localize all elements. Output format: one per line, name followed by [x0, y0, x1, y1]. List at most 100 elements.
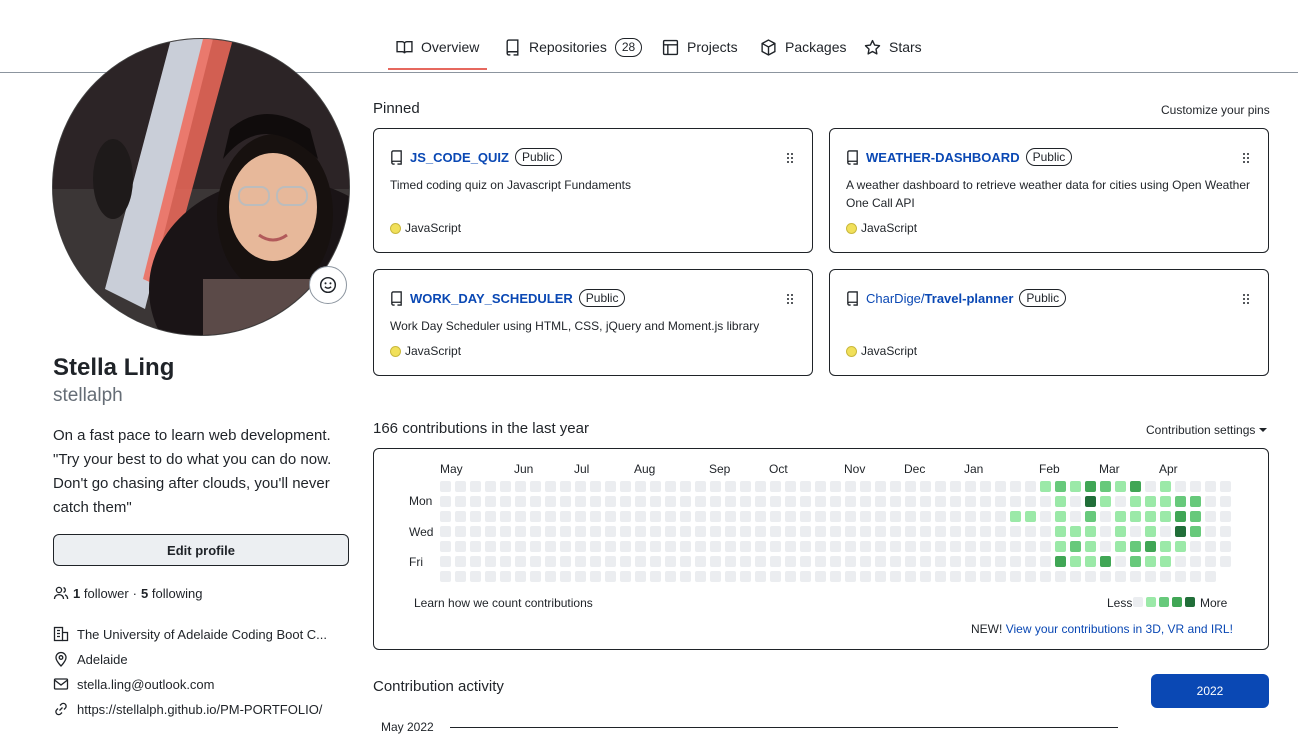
contribution-day[interactable] — [695, 496, 706, 507]
contribution-day[interactable] — [890, 556, 901, 567]
contribution-day[interactable] — [1145, 481, 1156, 492]
contribution-day[interactable] — [1040, 571, 1051, 582]
contribution-day[interactable] — [860, 556, 871, 567]
contribution-day[interactable] — [650, 556, 661, 567]
contribution-day[interactable] — [875, 496, 886, 507]
learn-contributions-link[interactable]: Learn how we count contributions — [414, 596, 593, 610]
contribution-day[interactable] — [1205, 481, 1216, 492]
contribution-day[interactable] — [560, 556, 571, 567]
contribution-day[interactable] — [515, 481, 526, 492]
contribution-day[interactable] — [875, 511, 886, 522]
contribution-day[interactable] — [530, 571, 541, 582]
contribution-day[interactable] — [1010, 541, 1021, 552]
contribution-day[interactable] — [1190, 481, 1201, 492]
contribution-day[interactable] — [1055, 541, 1066, 552]
contribution-day[interactable] — [770, 541, 781, 552]
contribution-day[interactable] — [515, 526, 526, 537]
contribution-day[interactable] — [905, 556, 916, 567]
contribution-day[interactable] — [920, 541, 931, 552]
contribution-day[interactable] — [920, 571, 931, 582]
contribution-day[interactable] — [695, 571, 706, 582]
contribution-settings-dropdown[interactable]: Contribution settings — [1146, 423, 1268, 437]
contribution-day[interactable] — [500, 571, 511, 582]
contribution-day[interactable] — [1025, 571, 1036, 582]
contribution-day[interactable] — [1040, 511, 1051, 522]
contribution-day[interactable] — [590, 481, 601, 492]
contribution-day[interactable] — [875, 481, 886, 492]
contribution-day[interactable] — [455, 541, 466, 552]
contribution-day[interactable] — [620, 541, 631, 552]
contribution-day[interactable] — [845, 511, 856, 522]
contribution-day[interactable] — [905, 541, 916, 552]
contribution-day[interactable] — [890, 511, 901, 522]
contribution-day[interactable] — [680, 511, 691, 522]
contribution-day[interactable] — [980, 526, 991, 537]
contribution-day[interactable] — [1010, 511, 1021, 522]
contribution-day[interactable] — [935, 526, 946, 537]
contribution-day[interactable] — [1190, 571, 1201, 582]
contribution-day[interactable] — [785, 496, 796, 507]
contribution-day[interactable] — [515, 496, 526, 507]
contribution-day[interactable] — [710, 496, 721, 507]
contribution-day[interactable] — [605, 496, 616, 507]
contribution-day[interactable] — [575, 526, 586, 537]
contribution-day[interactable] — [800, 541, 811, 552]
contribution-day[interactable] — [1115, 556, 1126, 567]
contribution-day[interactable] — [455, 511, 466, 522]
contribution-day[interactable] — [770, 481, 781, 492]
contribution-day[interactable] — [605, 511, 616, 522]
contribution-day[interactable] — [530, 556, 541, 567]
contribution-day[interactable] — [1085, 481, 1096, 492]
contribution-day[interactable] — [1025, 511, 1036, 522]
contribution-day[interactable] — [1115, 481, 1126, 492]
contribution-day[interactable] — [440, 556, 451, 567]
contributions-3d-link[interactable]: View your contributions in 3D, VR and IR… — [1006, 622, 1233, 636]
contribution-day[interactable] — [695, 481, 706, 492]
contribution-day[interactable] — [620, 526, 631, 537]
customize-pins-link[interactable]: Customize your pins — [1161, 103, 1270, 117]
contribution-day[interactable] — [470, 541, 481, 552]
contribution-day[interactable] — [1130, 481, 1141, 492]
contribution-day[interactable] — [890, 541, 901, 552]
contribution-day[interactable] — [530, 496, 541, 507]
contribution-day[interactable] — [890, 481, 901, 492]
contribution-day[interactable] — [740, 496, 751, 507]
contribution-day[interactable] — [710, 571, 721, 582]
contribution-day[interactable] — [755, 481, 766, 492]
contribution-day[interactable] — [770, 496, 781, 507]
contribution-day[interactable] — [1205, 571, 1216, 582]
contribution-day[interactable] — [575, 511, 586, 522]
contribution-day[interactable] — [860, 571, 871, 582]
contribution-day[interactable] — [1115, 571, 1126, 582]
contribution-day[interactable] — [1160, 571, 1171, 582]
contribution-day[interactable] — [950, 556, 961, 567]
contribution-day[interactable] — [470, 571, 481, 582]
contribution-day[interactable] — [1190, 526, 1201, 537]
contribution-day[interactable] — [950, 496, 961, 507]
contribution-day[interactable] — [1100, 571, 1111, 582]
contribution-day[interactable] — [1160, 541, 1171, 552]
contribution-day[interactable] — [950, 481, 961, 492]
contribution-day[interactable] — [995, 556, 1006, 567]
contribution-day[interactable] — [1040, 496, 1051, 507]
contribution-day[interactable] — [545, 541, 556, 552]
contribution-day[interactable] — [800, 526, 811, 537]
contribution-day[interactable] — [695, 526, 706, 537]
contribution-day[interactable] — [500, 526, 511, 537]
contribution-day[interactable] — [980, 571, 991, 582]
contribution-day[interactable] — [1010, 481, 1021, 492]
contribution-day[interactable] — [875, 526, 886, 537]
contribution-day[interactable] — [515, 541, 526, 552]
contribution-day[interactable] — [1115, 511, 1126, 522]
contribution-day[interactable] — [440, 511, 451, 522]
contribution-day[interactable] — [1055, 481, 1066, 492]
contribution-day[interactable] — [470, 556, 481, 567]
contribution-day[interactable] — [830, 496, 841, 507]
contribution-day[interactable] — [455, 556, 466, 567]
contribution-day[interactable] — [815, 511, 826, 522]
contribution-day[interactable] — [995, 511, 1006, 522]
contribution-day[interactable] — [560, 541, 571, 552]
contribution-day[interactable] — [530, 481, 541, 492]
contribution-day[interactable] — [740, 571, 751, 582]
contribution-day[interactable] — [695, 541, 706, 552]
